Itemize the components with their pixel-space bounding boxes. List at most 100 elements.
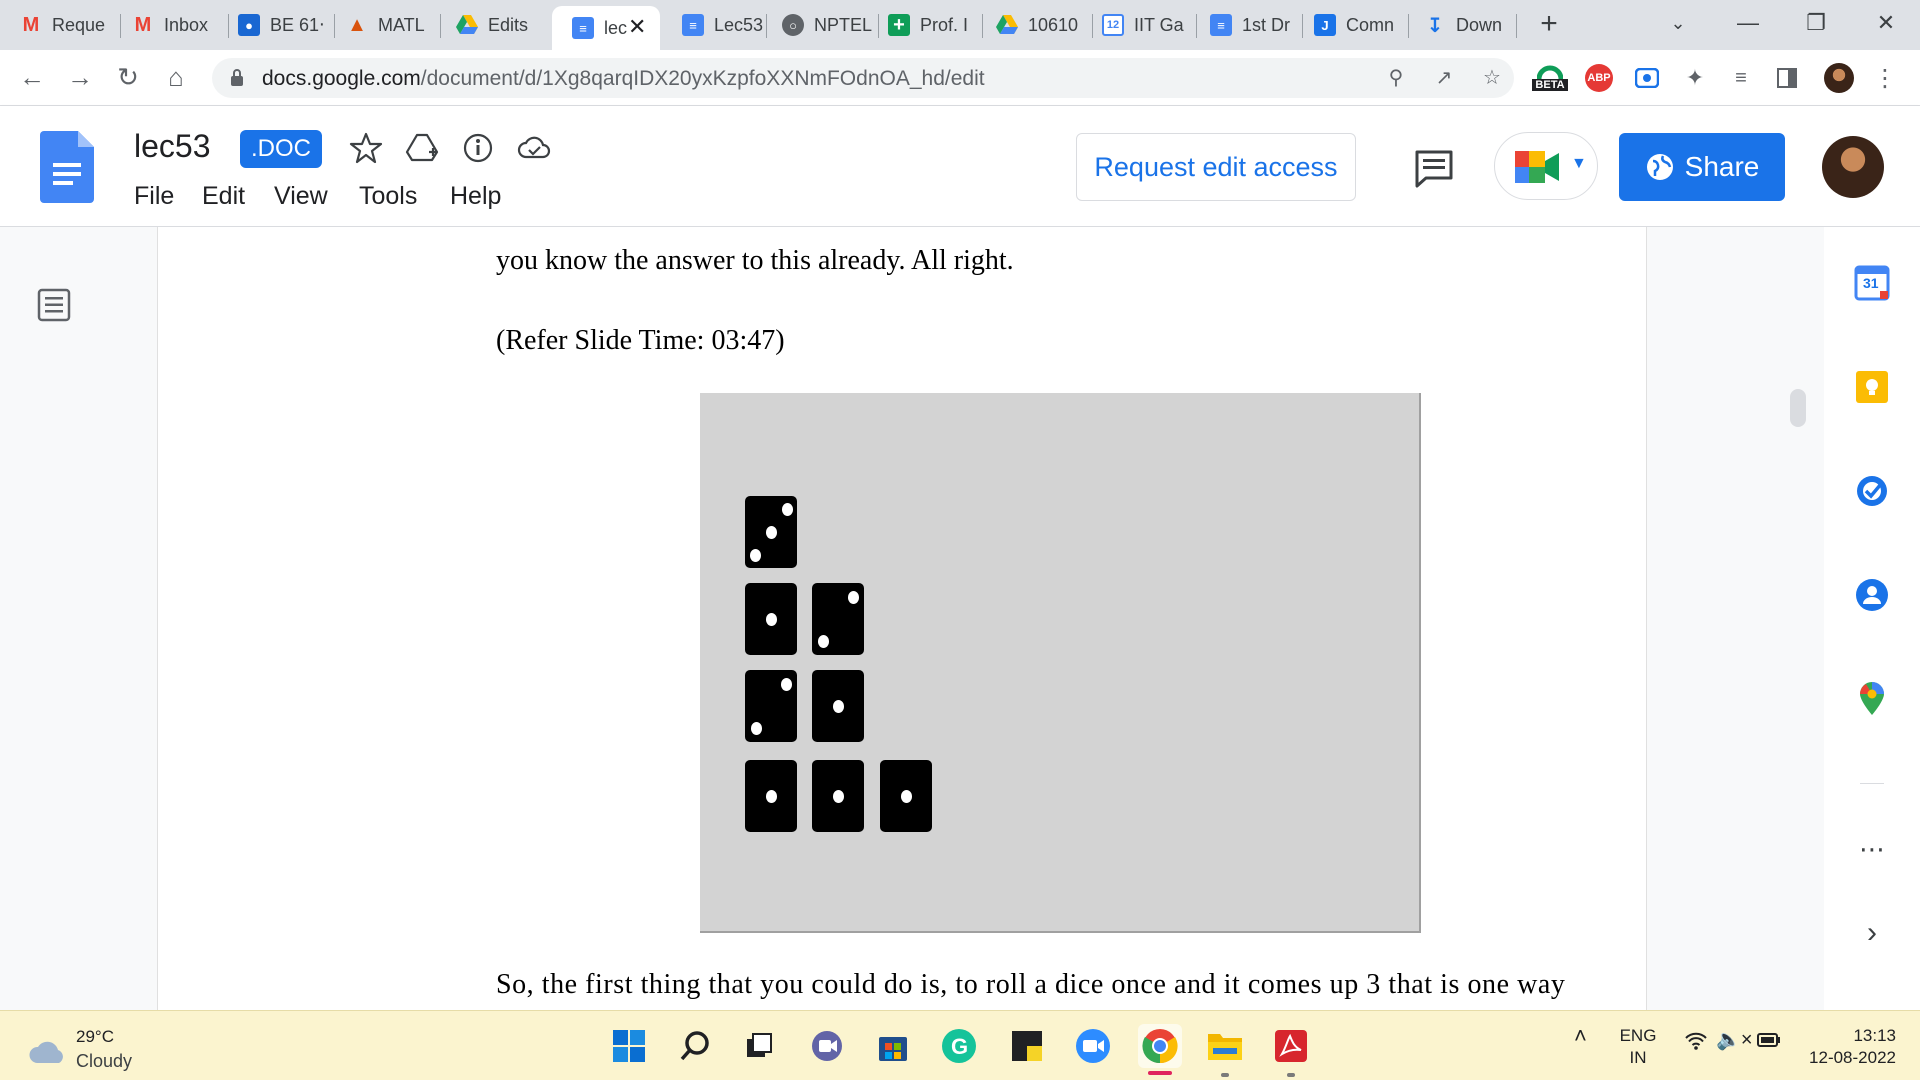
- info-icon[interactable]: [460, 130, 496, 166]
- account-avatar[interactable]: [1822, 136, 1884, 198]
- meet-icon: [1515, 151, 1559, 183]
- tab-matlab[interactable]: ▲ MATL: [326, 6, 440, 44]
- keep-app-icon[interactable]: [1852, 367, 1892, 407]
- microsoft-store-icon[interactable]: [874, 1027, 912, 1065]
- document-page[interactable]: you know the answer to this already. All…: [157, 227, 1647, 1010]
- docs-logo-icon[interactable]: [40, 131, 94, 203]
- tab-docs-lec-active[interactable]: ≡ lec ✕: [552, 6, 660, 50]
- menu-tools[interactable]: Tools: [359, 182, 417, 211]
- tab-nptel[interactable]: ○ NPTEL: [762, 6, 878, 44]
- clock[interactable]: 13:13 12-08-2022: [1792, 1025, 1896, 1069]
- tray-overflow-chevron-icon[interactable]: ˄: [1574, 1025, 1587, 1047]
- menu-view[interactable]: View: [274, 182, 328, 211]
- close-tab-icon[interactable]: ✕: [628, 14, 646, 40]
- forward-arrow-icon[interactable]: →: [64, 62, 96, 94]
- tab-gmail-request[interactable]: M Reque: [0, 6, 118, 44]
- zoom-icon[interactable]: ⚲: [1384, 66, 1408, 90]
- battery-icon[interactable]: [1756, 1031, 1782, 1055]
- task-view-icon[interactable]: [740, 1027, 778, 1065]
- tab-classroom[interactable]: ● BE 61‧: [218, 6, 334, 44]
- menu-edit[interactable]: Edit: [202, 182, 245, 211]
- maps-app-icon[interactable]: [1852, 679, 1892, 719]
- jamboard-icon: J: [1314, 14, 1336, 36]
- chrome-menu-icon[interactable]: ⋮: [1870, 60, 1900, 96]
- tab-sheets-prof[interactable]: + Prof. I: [868, 6, 982, 44]
- tab-jamboard[interactable]: J Comn: [1294, 6, 1408, 44]
- tab-label: NPTEL: [814, 14, 873, 35]
- address-bar[interactable]: docs.google.com/document/d/1Xg8qarqIDX20…: [212, 58, 1514, 98]
- volume-muted-icon[interactable]: 🔈×: [1716, 1029, 1753, 1051]
- minimize-icon[interactable]: —: [1728, 8, 1768, 38]
- chevron-right-icon[interactable]: ›: [1852, 913, 1892, 953]
- bookmark-star-icon[interactable]: ☆: [1480, 66, 1504, 90]
- tab-search-chevron-icon[interactable]: ⌄: [1658, 8, 1698, 38]
- request-edit-access-button[interactable]: Request edit access: [1076, 133, 1356, 201]
- chrome-active-indicator: [1148, 1071, 1172, 1075]
- language-code: ENG: [1619, 1026, 1657, 1045]
- tab-drive-edits[interactable]: Edits: [436, 6, 550, 44]
- home-icon[interactable]: ⌂: [160, 62, 192, 94]
- tasks-app-icon[interactable]: [1852, 471, 1892, 511]
- menu-file[interactable]: File: [134, 182, 174, 211]
- url-path: /document/d/1Xg8qarqIDX20yxKzpfoXXNmFOdn…: [420, 67, 985, 90]
- file-explorer-icon[interactable]: [1206, 1027, 1244, 1065]
- side-panel: 31 ⋯ ›: [1824, 227, 1920, 1010]
- calendar-day-label: 31: [1863, 275, 1879, 291]
- tab-gmail-inbox[interactable]: M Inbox: [112, 6, 228, 44]
- search-icon[interactable]: [676, 1027, 714, 1065]
- tab-label: BE 61‧: [270, 14, 325, 35]
- language-indicator[interactable]: ENG IN: [1618, 1025, 1658, 1069]
- comment-history-icon[interactable]: [1412, 146, 1456, 190]
- extensions-puzzle-icon[interactable]: ✦: [1678, 60, 1712, 96]
- tab-label: Prof. I: [920, 14, 969, 35]
- side-panel-icon[interactable]: [1770, 60, 1804, 96]
- tab-drive-10610[interactable]: 10610: [976, 6, 1092, 44]
- move-to-drive-icon[interactable]: [404, 130, 440, 166]
- menu-help[interactable]: Help: [450, 182, 501, 211]
- weather-condition: Cloudy: [76, 1051, 133, 1071]
- reload-icon[interactable]: ↻: [112, 62, 144, 94]
- tab-download[interactable]: ↧ Down: [1404, 6, 1516, 44]
- new-tab-button[interactable]: +: [1534, 9, 1564, 40]
- zoom-app-icon[interactable]: [1074, 1027, 1112, 1065]
- back-arrow-icon[interactable]: ←: [16, 62, 48, 94]
- tab-label: lec: [604, 17, 628, 38]
- wifi-icon[interactable]: [1684, 1031, 1708, 1057]
- docs-icon: ≡: [572, 17, 594, 39]
- tab-docs-lec53[interactable]: ≡ Lec53: [662, 6, 764, 44]
- screen-recorder-icon[interactable]: [1630, 60, 1664, 96]
- beta-extension-icon[interactable]: BETA: [1530, 60, 1570, 96]
- adblock-icon[interactable]: ABP: [1582, 60, 1616, 96]
- start-windows-icon[interactable]: [610, 1027, 648, 1065]
- docs-icon: ≡: [1210, 14, 1232, 36]
- media-queue-icon[interactable]: ≡: [1724, 60, 1758, 96]
- slide-image-dice: [700, 393, 1421, 933]
- share-button[interactable]: Share: [1619, 133, 1785, 201]
- vertical-scrollbar-thumb[interactable]: [1790, 389, 1806, 427]
- star-icon[interactable]: [348, 130, 384, 166]
- chrome-app-icon[interactable]: [1138, 1024, 1182, 1068]
- document-outline-icon[interactable]: [36, 287, 72, 323]
- meet-button[interactable]: ▼: [1494, 132, 1598, 200]
- document-title[interactable]: lec53: [134, 128, 211, 165]
- drive-icon: [996, 14, 1018, 36]
- teams-chat-icon[interactable]: [808, 1027, 846, 1065]
- acrobat-reader-icon[interactable]: [1272, 1027, 1310, 1065]
- more-apps-icon[interactable]: ⋯: [1852, 829, 1892, 869]
- share-page-icon[interactable]: ↗: [1432, 66, 1456, 90]
- calendar-app-icon[interactable]: 31: [1852, 263, 1892, 303]
- tab-label: 1st Dr: [1242, 14, 1291, 35]
- profile-avatar-small[interactable]: [1822, 60, 1856, 96]
- doc-format-badge: .DOC: [240, 130, 322, 168]
- tab-calendar-iit[interactable]: 12 IIT Ga: [1082, 6, 1196, 44]
- grammarly-icon[interactable]: G: [940, 1027, 978, 1065]
- url-host: docs.google.com: [262, 67, 421, 90]
- restore-icon[interactable]: ❐: [1796, 8, 1836, 38]
- sticky-notes-icon[interactable]: [1008, 1027, 1046, 1065]
- close-window-icon[interactable]: ✕: [1866, 8, 1906, 38]
- tab-docs-1st[interactable]: ≡ 1st Dr: [1190, 6, 1302, 44]
- cloud-saved-icon[interactable]: [516, 130, 552, 166]
- browser-toolbar: ← → ↻ ⌂ docs.google.com/document/d/1Xg8q…: [0, 50, 1920, 106]
- share-label: Share: [1684, 151, 1760, 182]
- contacts-app-icon[interactable]: [1852, 575, 1892, 615]
